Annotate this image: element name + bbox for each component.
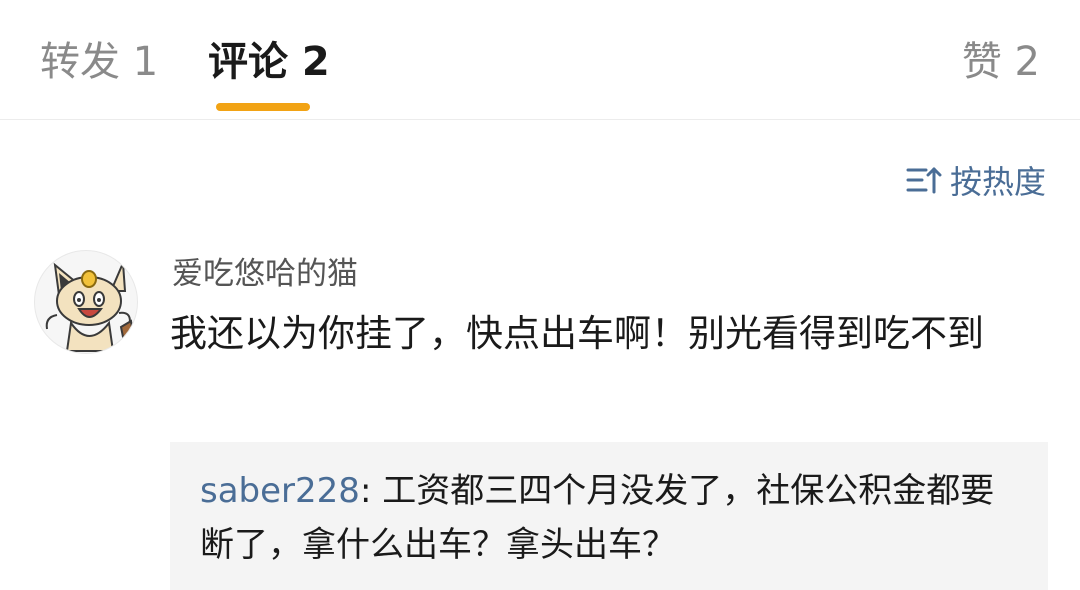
- tab-comments[interactable]: 评论 2: [208, 36, 330, 88]
- comment-text: 我还以为你挂了，快点出车啊！别光看得到吃不到: [170, 312, 984, 355]
- comment-author[interactable]: 爱吃悠哈的猫: [172, 254, 358, 294]
- reply-separator: :: [359, 471, 383, 511]
- tab-likes[interactable]: 赞 2: [962, 36, 1040, 88]
- reply-username[interactable]: saber228: [200, 471, 360, 511]
- reply-box[interactable]: saber228: 工资都三四个月没发了，社保公积金都要断了，拿什么出车？拿头出…: [170, 442, 1048, 590]
- tab-bar: 转发 1 评论 2 赞 2: [0, 0, 1080, 120]
- tab-repost[interactable]: 转发 1: [40, 36, 158, 88]
- sort-icon: [906, 167, 942, 194]
- avatar[interactable]: [34, 250, 138, 354]
- sort-label: 按热度: [949, 163, 1046, 201]
- reply-item: saber228: 工资都三四个月没发了，社保公积金都要断了，拿什么出车？拿头出…: [200, 464, 1018, 572]
- active-tab-indicator: [216, 103, 310, 111]
- sort-by-hot-button[interactable]: 按热度: [906, 158, 1046, 202]
- meowth-cat-avatar-icon: [45, 262, 135, 352]
